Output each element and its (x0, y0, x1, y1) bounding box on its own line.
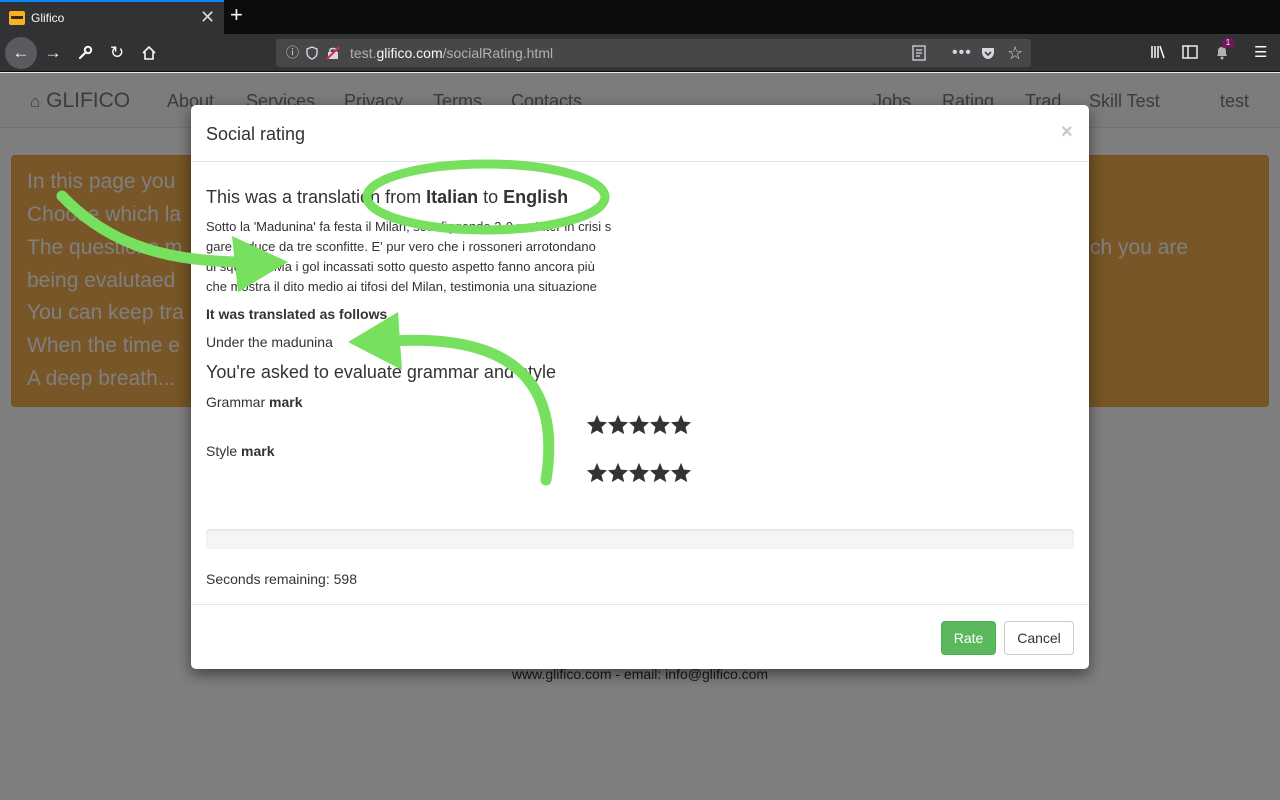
url-text[interactable]: test.glifico.com/socialRating.html (350, 45, 553, 61)
wrench-icon[interactable] (72, 40, 98, 66)
shield-icon[interactable] (306, 44, 318, 65)
star-icon[interactable] (670, 413, 692, 437)
source-language: Italian (426, 187, 479, 207)
rate-button[interactable]: Rate (941, 621, 996, 655)
time-progress-bar (206, 529, 1074, 549)
url-bar[interactable]: ⓘ test.glifico.com/socialRating.html •••… (276, 39, 1031, 67)
star-icon[interactable] (628, 413, 650, 437)
glifico-favicon-icon (9, 11, 25, 25)
cancel-button[interactable]: Cancel (1004, 621, 1074, 655)
modal-title: Social rating (206, 124, 306, 144)
grammar-label: Grammar mark (206, 394, 303, 410)
star-icon[interactable] (628, 461, 650, 485)
reload-icon[interactable]: ↻ (104, 40, 130, 66)
browser-tab[interactable]: Glifico ✕ (0, 0, 224, 34)
translated-text: Under the madunina (206, 334, 333, 350)
social-rating-modal: Social rating × This was a translation f… (191, 105, 1089, 669)
forward-arrow-icon[interactable]: → (40, 40, 66, 66)
star-icon[interactable] (649, 413, 671, 437)
tab-close-icon[interactable]: ✕ (200, 8, 215, 26)
browser-tab-bar: Glifico ✕ + (0, 0, 1280, 34)
reader-view-icon[interactable] (912, 44, 926, 66)
grammar-star-rating[interactable] (586, 413, 692, 437)
star-icon[interactable] (586, 461, 608, 485)
source-text-box: Sotto la 'Madunina' fa festa il Milan, s… (206, 217, 620, 297)
pocket-icon[interactable] (980, 44, 996, 66)
new-tab-icon[interactable]: + (230, 4, 243, 26)
star-icon[interactable] (607, 461, 629, 485)
browser-toolbar: ← → ↻ ⓘ test.glifico.com/socialRating.ht… (0, 34, 1280, 72)
notification-badge: 1 (1222, 38, 1234, 48)
evaluate-heading: You're asked to evaluate grammar and sty… (206, 362, 556, 382)
seconds-remaining: Seconds remaining: 598 (206, 571, 357, 587)
bookmark-star-icon[interactable]: ☆ (1007, 44, 1023, 62)
style-star-rating[interactable] (586, 461, 692, 485)
source-line: gare reduce da tre sconfitte. E' pur ver… (206, 239, 596, 254)
star-icon[interactable] (649, 461, 671, 485)
source-line: che mostra il dito medio ai tifosi del M… (206, 279, 597, 294)
insecure-lock-icon[interactable] (326, 44, 340, 65)
modal-header: Social rating × (191, 105, 1089, 162)
source-line: Sotto la 'Madunina' fa festa il Milan, s… (206, 219, 612, 234)
back-arrow-icon[interactable]: ← (5, 37, 37, 69)
modal-footer: Rate Cancel (191, 604, 1089, 669)
translation-heading: This was a translation from Italian to E… (206, 187, 569, 207)
translated-label: It was translated as follows (206, 306, 388, 322)
hamburger-menu-icon[interactable]: ☰ (1254, 44, 1267, 62)
star-icon[interactable] (607, 413, 629, 437)
style-label: Style mark (206, 443, 275, 459)
sidebar-icon[interactable] (1182, 44, 1198, 65)
target-language: English (503, 187, 569, 207)
star-icon[interactable] (670, 461, 692, 485)
more-actions-icon[interactable]: ••• (952, 44, 972, 62)
star-icon[interactable] (586, 413, 608, 437)
close-icon[interactable]: × (1061, 121, 1073, 144)
source-line: di squadra. Ma i gol incassati sotto que… (206, 259, 595, 274)
info-icon[interactable]: ⓘ (286, 44, 299, 62)
home-icon[interactable] (136, 40, 162, 66)
library-icon[interactable] (1150, 44, 1166, 65)
tab-title: Glifico (31, 11, 65, 25)
